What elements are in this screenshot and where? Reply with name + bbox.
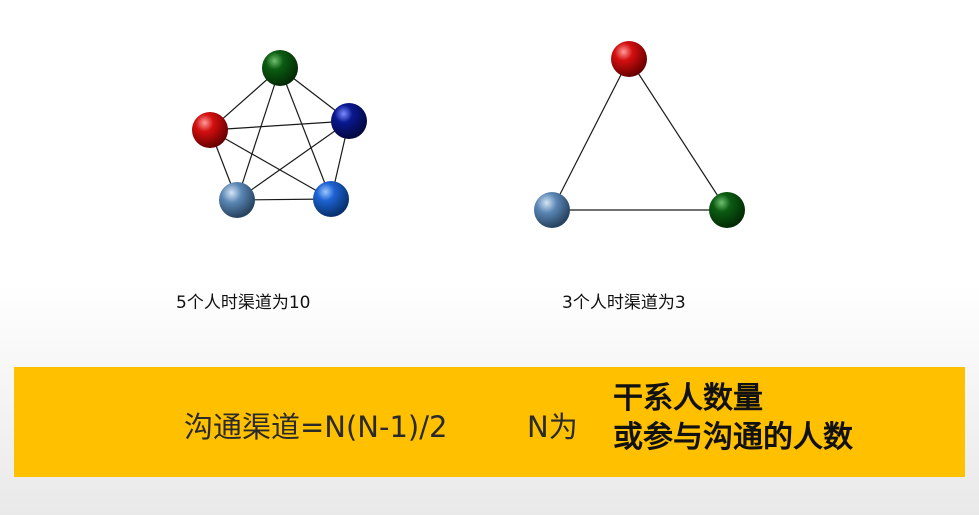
caption-five-people: 5个人时渠道为10	[176, 293, 311, 313]
node-red-3	[611, 41, 647, 77]
n-definition-line1: 干系人数量	[613, 381, 763, 416]
network-5-edges	[209, 67, 350, 201]
network-3-nodes	[534, 41, 745, 228]
caption-three-people: 3个人时渠道为3	[562, 293, 686, 313]
node-blue	[313, 181, 349, 217]
edge-red-navy	[209, 120, 350, 131]
n-definition-line2: 或参与沟通的人数	[613, 420, 853, 455]
node-steel-blue-3	[534, 192, 570, 228]
edge-red-steelblue-3	[551, 58, 630, 211]
node-navy	[331, 103, 367, 139]
network-3-edges	[551, 58, 728, 211]
node-steel-blue	[219, 182, 255, 218]
n-definition: 干系人数量 或参与沟通的人数	[613, 379, 853, 457]
node-green	[262, 50, 298, 86]
network-5-nodes	[192, 50, 367, 218]
node-red	[192, 112, 228, 148]
edge-red-green-3	[628, 58, 728, 211]
formula-banner: 沟通渠道=N(N-1)/2 N为 干系人数量 或参与沟通的人数	[14, 367, 965, 477]
channel-formula: 沟通渠道=N(N-1)/2	[184, 410, 448, 444]
n-label: N为	[527, 410, 578, 444]
node-green-3	[709, 192, 745, 228]
network-diagrams	[192, 41, 745, 228]
